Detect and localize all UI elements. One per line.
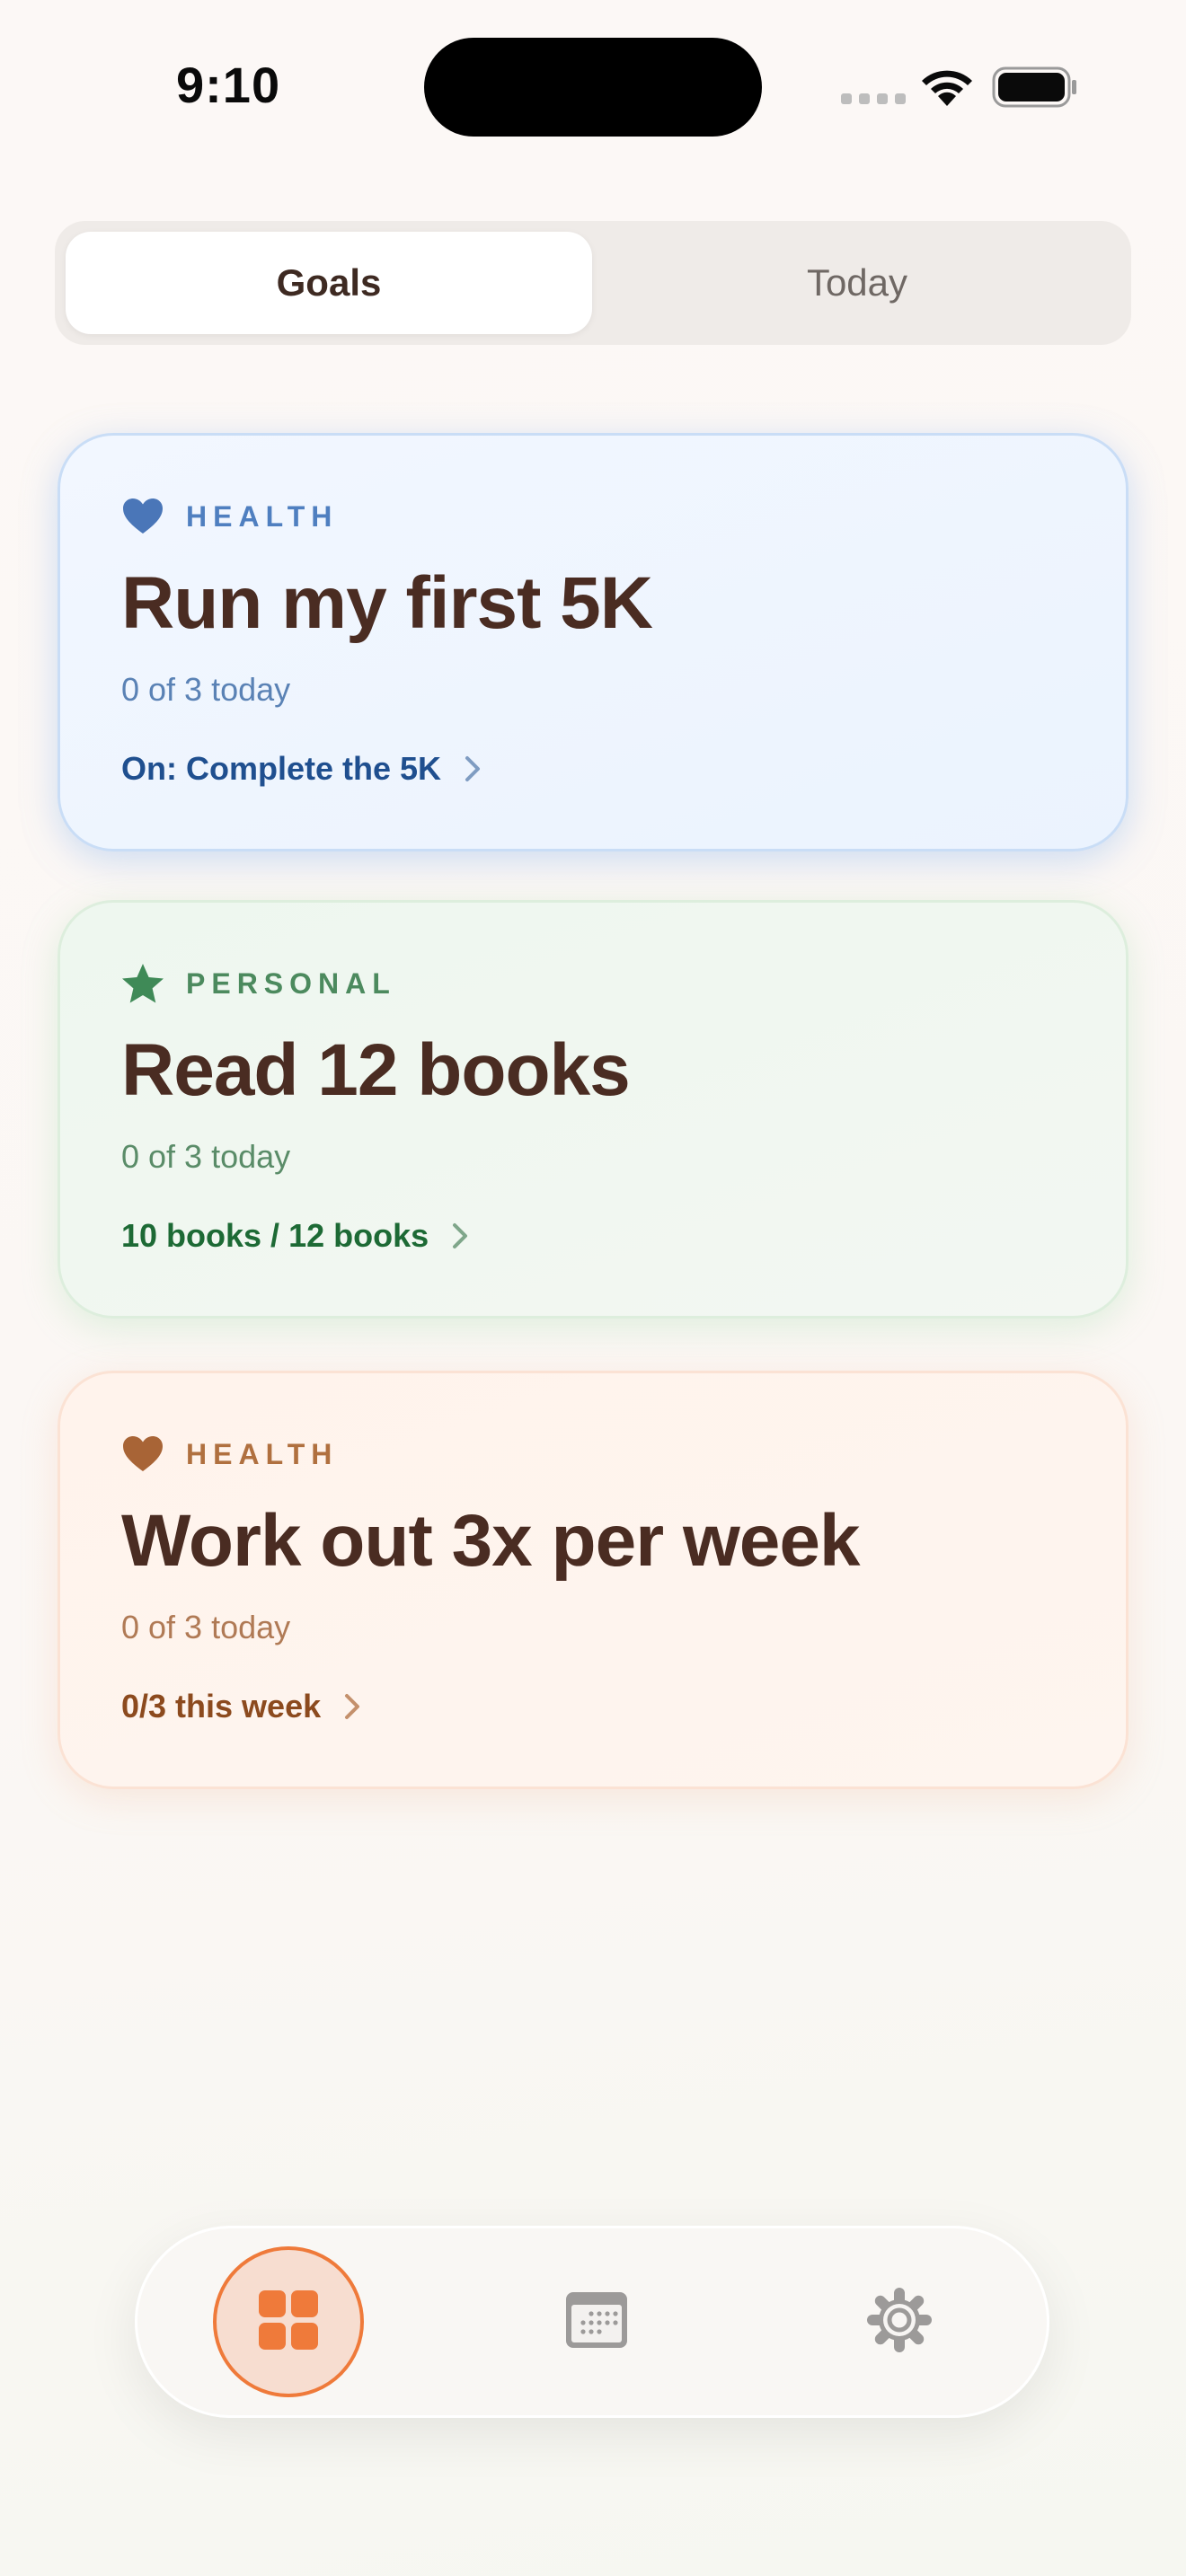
goal-milestone-link[interactable]: On: Complete the 5K	[121, 750, 482, 788]
goal-progress: 0 of 3 today	[121, 1609, 291, 1645]
goal-milestone-label: 10 books / 12 books	[121, 1217, 429, 1254]
goal-card-read-books[interactable]: PERSONAL Read 12 books 0 of 3 today 10 b…	[58, 900, 1128, 1319]
cellular-signal-icon	[841, 93, 906, 104]
heart-icon	[121, 1433, 164, 1476]
goal-milestone-link[interactable]: 10 books / 12 books	[121, 1217, 470, 1255]
segment-today[interactable]: Today	[594, 232, 1120, 334]
goal-title: Work out 3x per week	[121, 1500, 861, 1582]
chevron-right-icon	[344, 1693, 362, 1720]
goal-milestone-label: 0/3 this week	[121, 1688, 322, 1725]
category-row: HEALTH	[121, 495, 338, 538]
tab-calendar[interactable]	[521, 2246, 672, 2397]
view-segmented-control: Goals Today	[55, 221, 1131, 345]
status-time: 9:10	[176, 57, 281, 113]
category-row: PERSONAL	[121, 962, 396, 1005]
goal-card-run-5k[interactable]: HEALTH Run my first 5K 0 of 3 today On: …	[58, 433, 1128, 851]
tab-settings[interactable]	[824, 2246, 975, 2397]
goal-milestone-link[interactable]: 0/3 this week	[121, 1688, 362, 1725]
dynamic-island	[424, 38, 762, 137]
category-label: HEALTH	[186, 1437, 339, 1470]
segment-goals[interactable]: Goals	[66, 232, 592, 334]
grid-icon	[258, 2289, 319, 2355]
chevron-right-icon	[452, 1222, 470, 1249]
battery-icon	[992, 66, 1078, 112]
chevron-right-icon	[465, 755, 482, 782]
goal-progress: 0 of 3 today	[121, 1138, 291, 1175]
goal-title: Read 12 books	[121, 1029, 631, 1111]
heart-icon	[121, 495, 164, 538]
tab-bar	[135, 2226, 1049, 2418]
goal-milestone-label: On: Complete the 5K	[121, 750, 442, 787]
goal-progress: 0 of 3 today	[121, 671, 291, 708]
goal-title: Run my first 5K	[121, 562, 653, 644]
status-bar: 9:10	[0, 0, 1186, 171]
goal-card-work-out[interactable]: HEALTH Work out 3x per week 0 of 3 today…	[58, 1371, 1128, 1789]
wifi-icon	[918, 65, 976, 112]
calendar-icon	[564, 2290, 629, 2354]
star-icon	[121, 962, 164, 1005]
gear-icon	[863, 2284, 935, 2360]
category-label: HEALTH	[186, 499, 339, 533]
category-row: HEALTH	[121, 1433, 338, 1476]
category-label: PERSONAL	[186, 966, 396, 1000]
tab-goals[interactable]	[213, 2246, 364, 2397]
